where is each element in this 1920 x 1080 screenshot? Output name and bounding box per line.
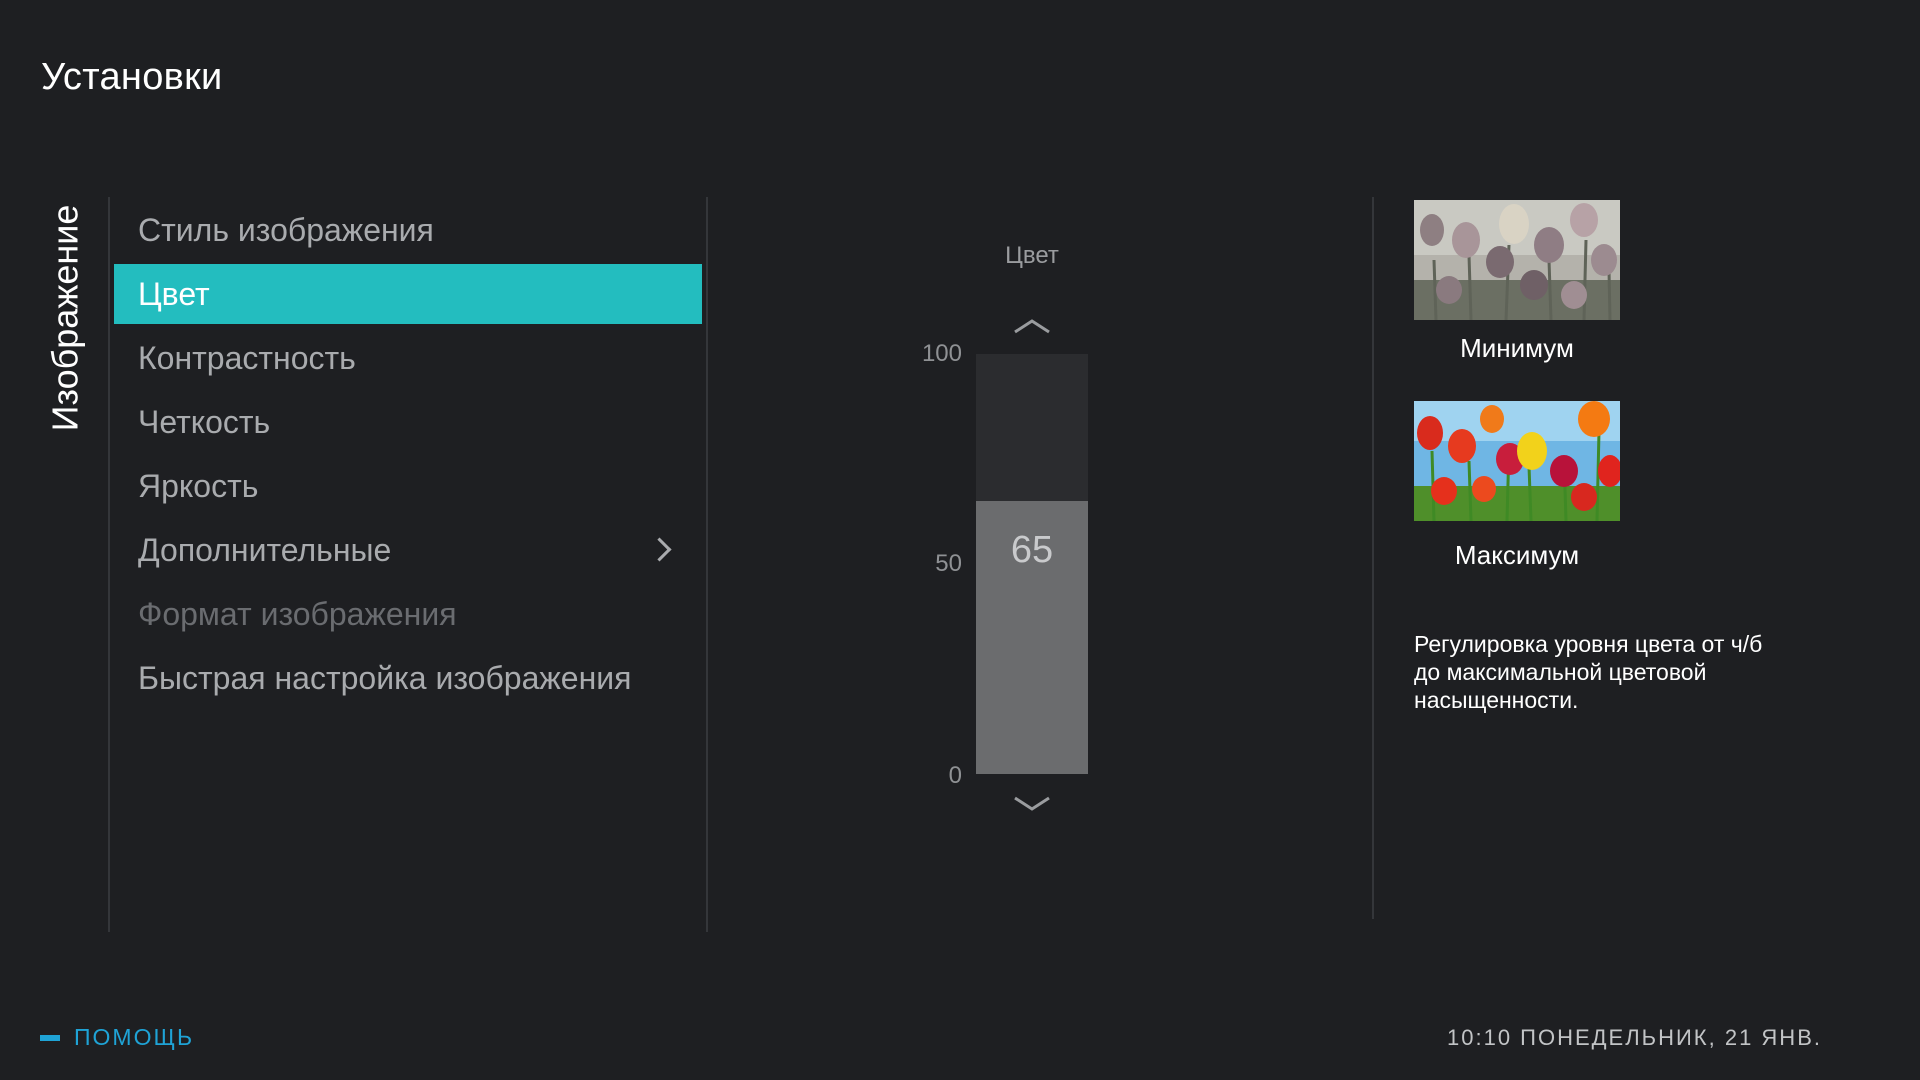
menu-item-label: Быстрая настройка изображения <box>138 659 632 696</box>
menu-item-label: Стиль изображения <box>138 211 434 248</box>
page-title: Установки <box>41 56 223 98</box>
menu-item-sharpness[interactable]: Четкость <box>114 392 702 452</box>
settings-screen: Установки Изображение Стиль изображения … <box>0 0 1920 1080</box>
menu-item-label: Цвет <box>138 275 210 312</box>
chevron-up-icon[interactable] <box>1012 316 1052 336</box>
slider-title: Цвет <box>1005 242 1059 269</box>
max-saturation-preview <box>1414 401 1620 521</box>
menu-item-label: Контрастность <box>138 339 356 376</box>
divider-right <box>1372 197 1374 919</box>
menu-item-color[interactable]: Цвет <box>114 264 702 324</box>
slider-tick-max: 100 <box>921 340 962 367</box>
section-label-text: Изображение <box>44 204 85 432</box>
menu-item-brightness[interactable]: Яркость <box>114 456 702 516</box>
menu-item-advanced[interactable]: Дополнительные <box>114 520 702 580</box>
menu-item-quick-picture-setup[interactable]: Быстрая настройка изображения <box>114 648 702 708</box>
menu-item-picture-style[interactable]: Стиль изображения <box>114 200 702 260</box>
setting-description: Регулировка уровня цвета от ч/б до макси… <box>1414 631 1763 713</box>
menu-item-label: Четкость <box>138 403 271 440</box>
menu-item-label: Яркость <box>138 467 259 504</box>
chevron-down-icon[interactable] <box>1012 794 1052 814</box>
menu-item-label: Формат изображения <box>138 595 457 632</box>
menu-item-contrast[interactable]: Контрастность <box>114 328 702 388</box>
divider-left <box>108 197 110 932</box>
slider-tick-min: 0 <box>948 762 962 789</box>
min-saturation-preview <box>1414 200 1620 320</box>
slider-tick-mid: 50 <box>935 550 962 577</box>
chevron-right-icon <box>647 537 672 562</box>
section-label: Изображение <box>42 198 88 438</box>
min-preview-caption: Минимум <box>1460 333 1574 363</box>
slider-value: 65 <box>1010 529 1054 571</box>
menu-item-picture-format: Формат изображения <box>114 584 702 644</box>
clock: 10:10 ПОНЕДЕЛЬНИК, 21 ЯНВ. <box>1447 1025 1822 1050</box>
color-slider[interactable]: 65 <box>976 354 1088 774</box>
menu-item-label: Дополнительные <box>138 531 392 568</box>
max-preview-caption: Максимум <box>1454 540 1580 570</box>
settings-menu: Стиль изображения Цвет Контрастность Чет… <box>114 200 702 712</box>
help-key-icon <box>40 1034 60 1041</box>
help-label: ПОМОЩЬ <box>74 1024 195 1050</box>
divider-middle <box>706 197 708 932</box>
help-button[interactable]: ПОМОЩЬ <box>40 1024 194 1051</box>
